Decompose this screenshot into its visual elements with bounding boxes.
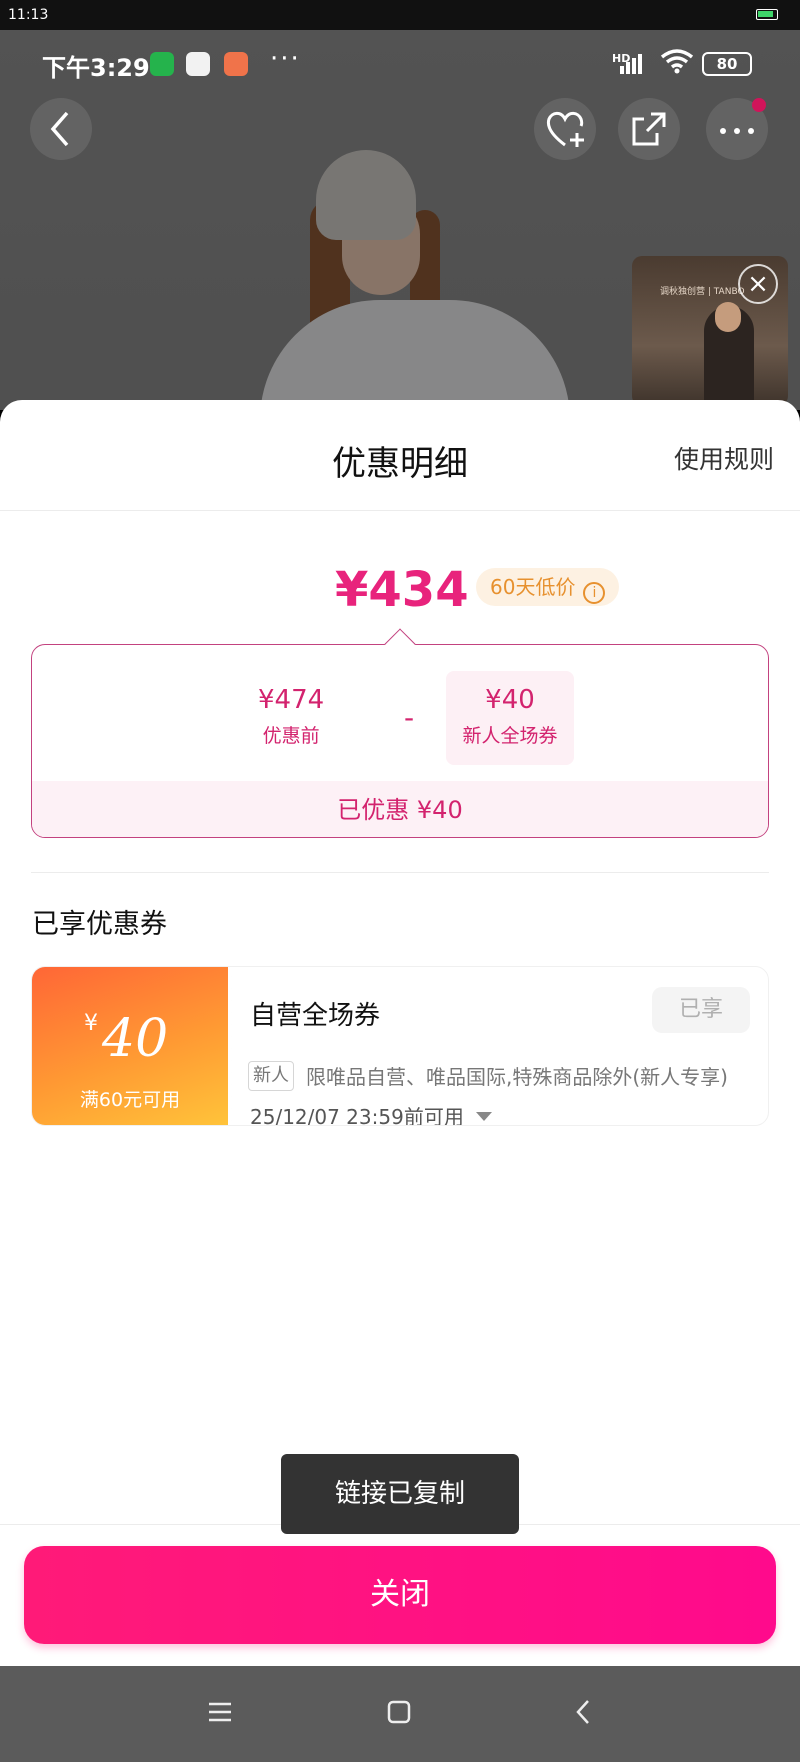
- perforation-edge: [222, 967, 234, 1125]
- section-divider: [31, 872, 769, 873]
- video-caption: 调秋独创营 | TANBO: [660, 287, 745, 297]
- shopping-app-icon: [224, 52, 248, 76]
- toast-message: 链接已复制: [281, 1454, 519, 1534]
- coupon-value: 40: [102, 1009, 169, 1069]
- expiry-text: 25/12/07 23:59前可用: [250, 1105, 464, 1126]
- discount-detail-sheet: 优惠明细 使用规则 ¥434 60天低价 i ¥474 优惠前 - ¥40 新人全…: [0, 400, 800, 1666]
- low-price-label: 60天低价: [490, 575, 576, 599]
- menu-icon[interactable]: [206, 1698, 234, 1726]
- original-amount: ¥474: [258, 685, 325, 715]
- coupon-value-panel: ¥ 40 满60元可用: [32, 967, 228, 1125]
- coupon-description: 限唯品自营、唯品国际,特殊商品除外(新人专享): [306, 1065, 728, 1089]
- share-icon: [632, 112, 666, 146]
- coupon-label: 新人全场券: [462, 725, 558, 747]
- new-user-tag: 新人: [248, 1061, 294, 1091]
- coupon-card[interactable]: ¥ 40 满60元可用 自营全场券 已享 新人 限唯品自营、唯品国际,特殊商品除…: [31, 966, 769, 1126]
- video-close-button[interactable]: ×: [738, 264, 778, 304]
- back-nav-icon[interactable]: [570, 1698, 598, 1726]
- system-status-bar: 11:13: [0, 0, 800, 30]
- home-icon[interactable]: [385, 1698, 413, 1726]
- back-arrow-icon: [50, 111, 69, 147]
- wifi-icon: [660, 49, 694, 74]
- minus-sign: -: [404, 701, 415, 734]
- coupon-name: 自营全场券: [250, 1001, 381, 1031]
- price-calculation-box: ¥474 优惠前 - ¥40 新人全场券 已优惠 ¥40: [31, 644, 769, 838]
- section-title: 已享优惠券: [32, 909, 167, 940]
- phone-call-icon: [150, 52, 174, 76]
- header-divider: [0, 510, 800, 511]
- final-price: ¥434: [335, 562, 469, 618]
- map-app-icon: [186, 52, 210, 76]
- live-video-preview[interactable]: 调秋独创营 | TANBO ×: [632, 256, 788, 406]
- signal-icon: [620, 52, 648, 74]
- more-dots-icon: [720, 128, 754, 134]
- coupon-currency: ¥: [84, 1011, 98, 1036]
- coupon-status-button[interactable]: 已享: [652, 987, 750, 1033]
- coupon-expiry[interactable]: 25/12/07 23:59前可用: [250, 1101, 492, 1126]
- original-price-col: ¥474 优惠前: [258, 685, 324, 748]
- coupon-condition: 满60元可用: [79, 1089, 181, 1111]
- battery-icon: 80: [702, 52, 752, 76]
- usage-rules-link[interactable]: 使用规则: [674, 440, 774, 476]
- saved-amount: 已优惠 ¥40: [32, 781, 768, 837]
- add-favorite-button[interactable]: [534, 98, 596, 160]
- share-button[interactable]: [618, 98, 680, 160]
- original-label: 优惠前: [262, 725, 320, 747]
- system-navigation-bar: [0, 1666, 800, 1762]
- system-time: 11:13: [8, 7, 49, 23]
- phone-time: 下午3:29: [42, 54, 150, 82]
- system-battery-icon: [756, 9, 778, 20]
- close-button[interactable]: 关闭: [24, 1546, 776, 1644]
- info-icon: i: [583, 582, 606, 604]
- chevron-down-icon: [475, 1112, 492, 1121]
- more-notifications-icon: ···: [270, 44, 301, 74]
- heart-plus-icon: [546, 111, 584, 147]
- coupon-amount: ¥40: [485, 685, 535, 715]
- model-figure: [260, 130, 570, 410]
- notification-dot: [752, 98, 766, 112]
- low-price-badge[interactable]: 60天低价 i: [476, 568, 620, 606]
- coupon-discount-col: ¥40 新人全场券: [446, 685, 574, 748]
- phone-status-bar: 下午3:29 ··· HD 80: [0, 30, 800, 100]
- back-button[interactable]: [30, 98, 92, 160]
